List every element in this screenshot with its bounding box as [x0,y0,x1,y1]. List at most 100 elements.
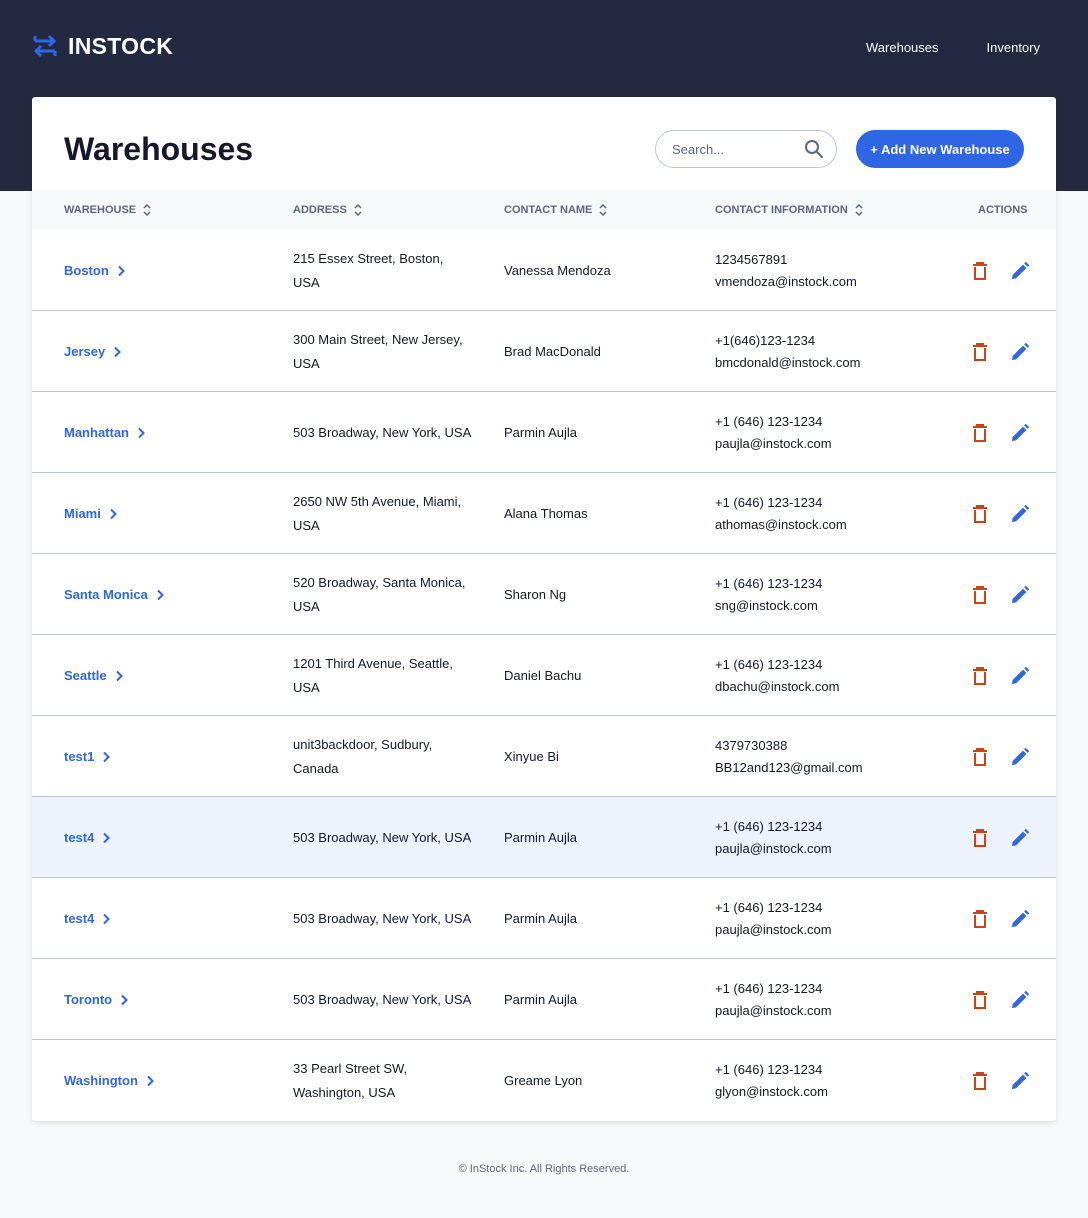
pencil-icon [1012,666,1030,684]
contact-email: bmcdonald@instock.com [715,354,861,370]
address-cell: 520 Broadway, Santa Monica, USA [293,574,466,614]
chevron-right-icon [157,589,164,600]
sort-icon[interactable] [854,203,864,217]
chevron-right-icon [103,832,111,843]
warehouse-cell: Manhattan [64,392,284,473]
chevron-right-icon [103,751,111,762]
warehouse-name: Manhattan [64,424,129,440]
pencil-icon [1012,342,1030,360]
chevron-right-icon [115,670,123,681]
edit-button[interactable] [1010,827,1030,849]
contact-phone: +1 (646) 123-1234 [715,575,823,591]
delete-button[interactable] [970,1070,990,1092]
row-actions [970,311,1030,392]
column-address[interactable]: ADDRESS [293,190,363,230]
warehouse-link[interactable]: Jersey [64,340,122,364]
table-row: Washington 33 Pearl Street SW, Washingto… [32,1040,1056,1121]
sort-icon[interactable] [598,203,608,217]
trash-icon [973,261,987,280]
contact-name-cell: Parmin Aujla [504,991,577,1007]
warehouse-link[interactable]: test4 [64,826,111,850]
contact-email: sng@instock.com [715,597,818,613]
nav-inventory[interactable]: Inventory [987,40,1040,55]
search-input[interactable] [672,141,804,157]
warehouse-name: Toronto [64,991,113,1007]
delete-button[interactable] [970,584,990,606]
table-row: Toronto 503 Broadway, New York, USA Parm… [32,959,1056,1040]
delete-button[interactable] [970,341,990,363]
delete-button[interactable] [970,908,990,930]
row-actions [970,1040,1030,1121]
page-title: Warehouses [64,131,254,167]
add-warehouse-button[interactable]: + Add New Warehouse [856,130,1024,168]
contact-name-cell: Alana Thomas [504,505,588,521]
edit-button[interactable] [1010,422,1030,444]
edit-button[interactable] [1010,908,1030,930]
delete-button[interactable] [970,665,990,687]
trash-icon [973,666,987,685]
sort-icon[interactable] [142,203,152,217]
address-cell: 1201 Third Avenue, Seattle, USA [293,655,453,695]
contact-phone: 4379730388 [715,737,788,753]
warehouse-link[interactable]: Manhattan [64,421,145,445]
column-contact-name[interactable]: CONTACT NAME [504,190,608,230]
warehouse-link[interactable]: test4 [64,907,111,931]
contact-info-cell: 4379730388 BB12and123@gmail.com [715,716,935,797]
edit-button[interactable] [1010,665,1030,687]
contact-phone: +1 (646) 123-1234 [715,656,823,672]
warehouse-link[interactable]: Santa Monica [64,583,164,607]
warehouse-name: Washington [64,1072,138,1088]
column-label: CONTACT INFORMATION [715,204,848,216]
search-box[interactable] [655,130,837,168]
delete-button[interactable] [970,422,990,444]
delete-button[interactable] [970,746,990,768]
table-row: Santa Monica 520 Broadway, Santa Monica,… [32,554,1056,635]
edit-button[interactable] [1010,503,1030,525]
column-label: ACTIONS [978,204,1028,216]
warehouse-cell: Jersey [64,311,284,392]
row-actions [970,473,1030,554]
nav-warehouses[interactable]: Warehouses [866,40,939,55]
warehouse-link[interactable]: Seattle [64,664,123,688]
contact-name-cell: Daniel Bachu [504,667,582,683]
edit-button[interactable] [1010,989,1030,1011]
logo-link[interactable]: INSTOCK [32,30,173,62]
edit-button[interactable] [1010,584,1030,606]
contact-name-cell: Brad MacDonald [504,343,601,359]
delete-button[interactable] [970,989,990,1011]
delete-button[interactable] [970,827,990,849]
warehouse-link[interactable]: Miami [64,502,117,526]
edit-button[interactable] [1010,746,1030,768]
column-label: ADDRESS [293,204,347,216]
column-contact-info[interactable]: CONTACT INFORMATION [715,190,864,230]
column-warehouse[interactable]: WAREHOUSE [64,190,152,230]
contact-name-cell: Vanessa Mendoza [504,262,611,278]
contact-email: paujla@instock.com [715,921,832,937]
column-actions: ACTIONS [978,190,1028,230]
edit-button[interactable] [1010,260,1030,282]
warehouses-card: Warehouses + Add New Warehouse WAREHOUSE… [32,97,1056,1121]
warehouse-link[interactable]: Boston [64,259,125,283]
contact-phone: +1 (646) 123-1234 [715,818,823,834]
footer: © InStock Inc. All Rights Reserved. [458,1163,630,1175]
sort-icon[interactable] [353,203,363,217]
warehouse-link[interactable]: test1 [64,745,111,769]
edit-button[interactable] [1010,341,1030,363]
search-icon[interactable] [804,139,824,159]
warehouse-cell: test4 [64,878,284,959]
chevron-right-icon [103,913,111,924]
pencil-icon [1012,423,1030,441]
contact-info-cell: +1 (646) 123-1234 sng@instock.com [715,554,935,635]
contact-phone: +1 (646) 123-1234 [715,413,823,429]
warehouse-name: test4 [64,829,95,845]
warehouse-link[interactable]: Washington [64,1069,154,1093]
trash-icon [973,828,987,847]
edit-button[interactable] [1010,1070,1030,1092]
trash-icon [973,342,987,361]
delete-button[interactable] [970,503,990,525]
row-actions [970,716,1030,797]
warehouse-link[interactable]: Toronto [64,988,129,1012]
delete-button[interactable] [970,260,990,282]
contact-email: vmendoza@instock.com [715,273,857,289]
contact-name-cell: Greame Lyon [504,1072,583,1088]
